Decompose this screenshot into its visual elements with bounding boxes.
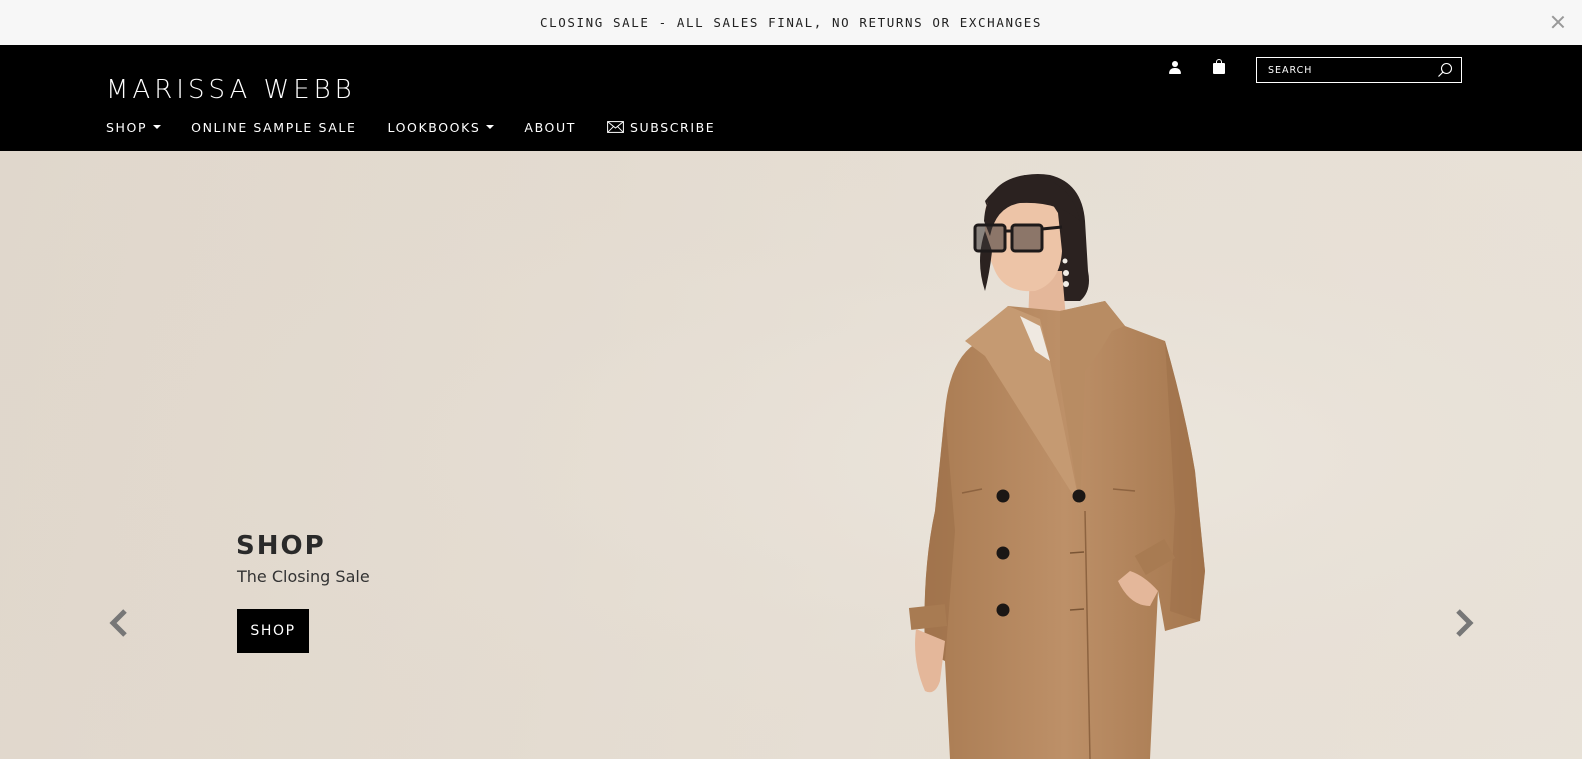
close-icon[interactable]: [1548, 12, 1568, 32]
announcement-text: CLOSING SALE - ALL SALES FINAL, NO RETUR…: [540, 15, 1042, 30]
bag-body: [1213, 63, 1225, 74]
user-icon-head: [1172, 61, 1178, 67]
nav-lookbooks[interactable]: LOOKBOOKS: [387, 119, 495, 135]
nav-online-sample-sale-label: ONLINE SAMPLE SALE: [191, 119, 357, 135]
nav-lookbooks-label: LOOKBOOKS: [387, 119, 481, 135]
brand-logo[interactable]: MARISSA WEBB: [106, 75, 356, 105]
nav-subscribe-label: SUBSCRIBE: [629, 119, 716, 135]
envelope-icon: [607, 121, 624, 133]
nav-about-label: ABOUT: [524, 119, 576, 135]
search-icon[interactable]: [1437, 62, 1453, 78]
hero-subtitle: The Closing Sale: [237, 567, 370, 586]
user-icon-body: [1169, 68, 1181, 74]
hero-image-model-in-camel-coat: [0, 151, 1582, 759]
search-box[interactable]: [1256, 57, 1462, 83]
user-icon[interactable]: [1168, 61, 1182, 75]
hero-carousel: SHOP The Closing Sale SHOP: [0, 151, 1582, 759]
main-nav: SHOP ONLINE SAMPLE SALE LOOKBOOKS ABOUT …: [106, 119, 715, 135]
utility-bar: [0, 53, 1582, 83]
hero-title: SHOP: [236, 531, 326, 561]
search-input[interactable]: [1257, 58, 1435, 82]
nav-about[interactable]: ABOUT: [524, 120, 576, 135]
chevron-left-icon[interactable]: [107, 606, 131, 640]
announcement-bar: CLOSING SALE - ALL SALES FINAL, NO RETUR…: [0, 0, 1582, 45]
chevron-right-icon[interactable]: [1452, 606, 1476, 640]
nav-online-sample-sale[interactable]: ONLINE SAMPLE SALE: [191, 120, 356, 135]
shopping-bag-icon[interactable]: [1213, 59, 1225, 74]
nav-shop[interactable]: SHOP: [106, 119, 162, 135]
caret-down-icon: [153, 125, 162, 129]
nav-shop-label: SHOP: [106, 119, 148, 135]
nav-subscribe[interactable]: SUBSCRIBE: [607, 120, 715, 135]
hero-shop-button[interactable]: SHOP: [237, 609, 309, 653]
site-header: MARISSA WEBB SHOP ONLINE SAMPLE SALE LOO…: [0, 45, 1582, 151]
caret-down-icon: [486, 125, 495, 129]
